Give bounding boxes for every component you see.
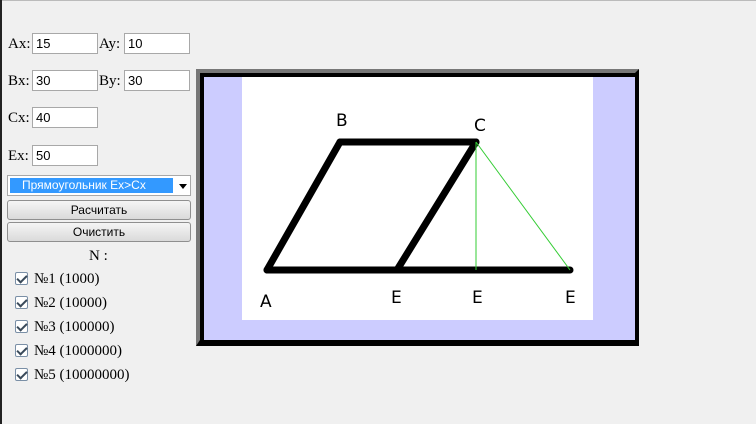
checkbox-label: №4 (1000000) [34, 343, 123, 359]
by-label: By: [99, 73, 121, 89]
guide-c-e3 [475, 141, 571, 271]
vertex-label-a: A [260, 292, 272, 312]
checkbox-label: №1 (1000) [34, 271, 100, 287]
vertex-label-b: B [336, 111, 348, 131]
edge-a-b [263, 138, 344, 274]
diagram-background: A B C E E E [204, 77, 635, 340]
bx-input[interactable] [32, 70, 98, 91]
ax-input[interactable] [32, 33, 98, 54]
vertex-label-e3: E [565, 288, 576, 308]
shape-select[interactable]: Прямоугольник Ex>Cx [7, 175, 191, 196]
ax-label: Ax: [8, 36, 31, 52]
checkbox-checked-icon[interactable] [15, 344, 28, 357]
clear-button[interactable]: Очистить [7, 222, 191, 242]
ex-input[interactable] [32, 145, 98, 166]
ay-label: Ay: [99, 36, 121, 52]
window-left-border [0, 0, 2, 424]
diagram-canvas: A B C E E E [242, 77, 593, 320]
checkbox-label: №2 (10000) [34, 295, 108, 311]
vertex-label-c: C [474, 116, 486, 136]
checkbox-label: №3 (100000) [34, 319, 115, 335]
diagram-svg: A B C E E E [260, 111, 576, 312]
by-input[interactable] [124, 70, 190, 91]
ex-label: Ex: [8, 148, 29, 164]
checkbox-checked-icon[interactable] [15, 296, 28, 309]
edge-c-e1 [393, 138, 480, 274]
diagram-frame: A B C E E E [196, 69, 639, 346]
checkbox-label: №5 (10000000) [34, 367, 130, 383]
checkbox-checked-icon[interactable] [15, 272, 28, 285]
cx-label: Cx: [8, 110, 30, 126]
bx-label: Bx: [8, 73, 30, 89]
ay-input[interactable] [124, 33, 190, 54]
calculate-button[interactable]: Расчитать [7, 200, 191, 220]
n-label: N : [89, 248, 108, 264]
checkbox-checked-icon[interactable] [15, 368, 28, 381]
checkbox-checked-icon[interactable] [15, 320, 28, 333]
vertex-label-e1: E [391, 288, 402, 308]
chevron-down-icon[interactable] [179, 184, 187, 189]
window-top-border [0, 0, 756, 1]
shape-select-value: Прямоугольник Ex>Cx [10, 178, 173, 193]
cx-input[interactable] [32, 107, 98, 128]
vertex-label-e2: E [472, 288, 483, 308]
